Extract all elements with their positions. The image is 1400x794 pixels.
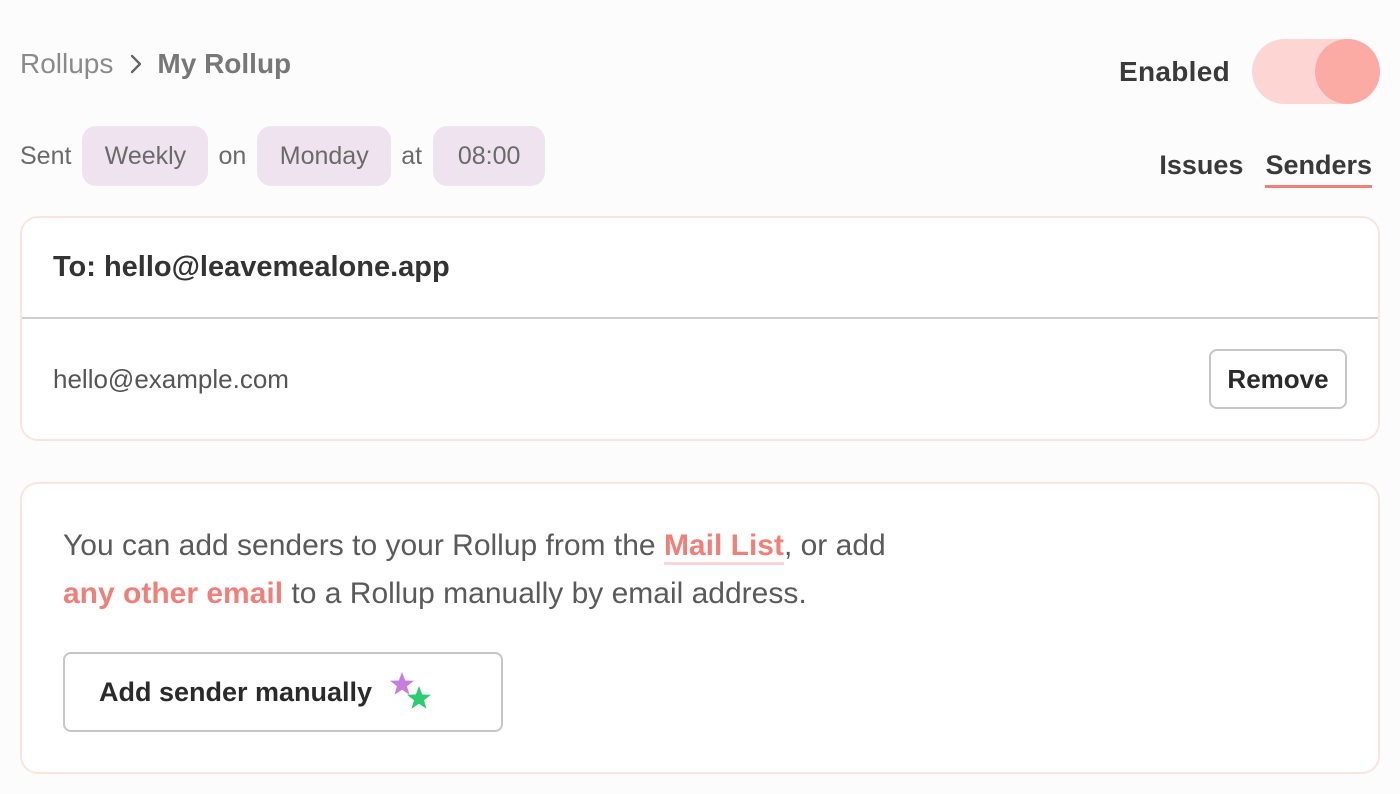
sender-email: hello@example.com	[53, 363, 289, 394]
enabled-label: Enabled	[1118, 55, 1230, 87]
enabled-control: Enabled	[1119, 39, 1380, 104]
add-senders-info: You can add senders to your Rollup from …	[63, 522, 1063, 618]
to-label: To:	[53, 251, 96, 283]
schedule-row: Sent Weekly on Monday at 08:00	[20, 126, 555, 186]
sender-row: hello@example.com Remove	[22, 319, 1378, 439]
tab-issues[interactable]: Issues	[1159, 150, 1243, 188]
sparkle-stars-icon	[386, 670, 434, 714]
frequency-select[interactable]: Weekly	[82, 126, 209, 186]
breadcrumb-rollups-link[interactable]: Rollups	[20, 48, 113, 80]
mail-list-link[interactable]: Mail List	[663, 529, 784, 565]
time-select[interactable]: 08:00	[433, 126, 546, 186]
info-text-part2: , or add	[783, 529, 886, 562]
add-sender-label: Add sender manually	[99, 676, 373, 707]
chevron-right-icon	[129, 53, 143, 75]
recipient-card: To: hello@leavemealone.app hello@example…	[20, 216, 1380, 441]
rollup-page: Rollups My Rollup Enabled Sent Weekly on…	[0, 0, 1400, 794]
tab-senders[interactable]: Senders	[1265, 150, 1372, 188]
add-sender-manually-button[interactable]: Add sender manually	[63, 652, 503, 732]
any-other-email-link[interactable]: any other email	[63, 577, 283, 610]
recipient-header: To: hello@leavemealone.app	[22, 218, 1378, 319]
remove-sender-button[interactable]: Remove	[1209, 349, 1347, 409]
breadcrumb: Rollups My Rollup	[20, 48, 291, 80]
day-select[interactable]: Monday	[257, 126, 392, 186]
tabs: Issues Senders	[1159, 150, 1372, 188]
enabled-toggle[interactable]	[1252, 39, 1380, 104]
sent-label: Sent	[20, 141, 72, 170]
toggle-knob	[1315, 39, 1380, 104]
at-label: at	[401, 141, 423, 170]
page-title: My Rollup	[157, 48, 292, 79]
recipient-address: hello@leavemealone.app	[103, 251, 450, 283]
add-senders-card: You can add senders to your Rollup from …	[20, 482, 1380, 774]
info-text-part3: to a Rollup manually by email address.	[283, 577, 807, 610]
on-label: on	[218, 141, 247, 170]
info-text-part1: You can add senders to your Rollup from …	[63, 529, 664, 562]
